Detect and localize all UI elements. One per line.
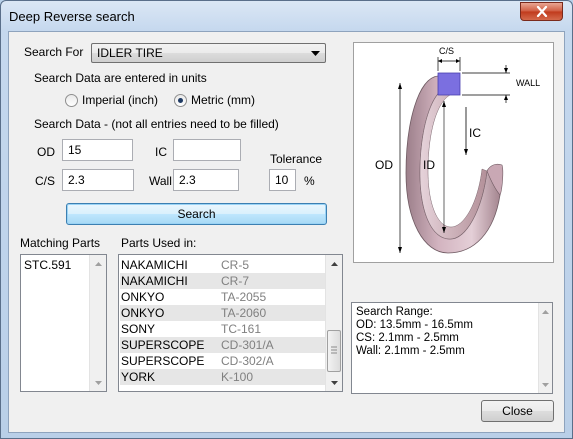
scroll-down-icon[interactable]: [90, 374, 106, 391]
parts-row-model: TA-2055: [221, 290, 267, 304]
parts-row[interactable]: NAKAMICHI CR-5: [120, 257, 325, 273]
scroll-up-icon[interactable]: [90, 255, 106, 272]
scroll-down-icon[interactable]: [326, 374, 342, 391]
parts-row-maker: NAKAMICHI: [121, 274, 188, 288]
parts-row-maker: SUPERSCOPE: [121, 354, 205, 368]
tire-cross-section-illustration: C/S WALL OD ID IC: [375, 46, 540, 254]
scroll-up-icon[interactable]: [326, 255, 342, 272]
ic-label: IC: [155, 145, 167, 159]
metric-label[interactable]: Metric (mm): [191, 93, 255, 107]
idler-tire-diagram: C/S WALL OD ID IC: [353, 42, 554, 263]
close-icon: [536, 6, 547, 17]
search-data-label: Search Data - (not all entries need to b…: [34, 117, 279, 131]
parts-used-in-scrollbar[interactable]: [325, 255, 342, 391]
search-range-box: Search Range: OD: 13.5mm - 16.5mm CS: 2.…: [351, 302, 553, 394]
search-range-scrollbar[interactable]: [538, 303, 552, 393]
ic-dimension-label: IC: [469, 126, 481, 140]
parts-row-model: CR-5: [221, 258, 250, 272]
parts-row-maker: YORK: [121, 370, 156, 384]
parts-row-maker: SUPERSCOPE: [121, 338, 205, 352]
parts-row[interactable]: ONKYO TA-2055: [120, 289, 325, 305]
parts-used-in-list[interactable]: NAKAMICHI CR-5 NAKAMICHI CR-7 ONKYO TA-2…: [118, 254, 343, 392]
scrollbar-thumb[interactable]: [327, 330, 341, 372]
chevron-down-icon: [309, 47, 321, 59]
od-dimension-label: OD: [375, 158, 393, 172]
search-range-wall: Wall: 2.1mm - 2.5mm: [356, 345, 465, 357]
search-range-od: OD: 13.5mm - 16.5mm: [356, 319, 473, 331]
matching-part-item[interactable]: STC.591: [24, 258, 71, 272]
od-label: OD: [37, 145, 55, 159]
imperial-label[interactable]: Imperial (inch): [82, 93, 158, 107]
parts-row[interactable]: SUPERSCOPE CD-301/A: [120, 337, 325, 353]
parts-row-model: K-100: [221, 370, 254, 384]
close-button[interactable]: Close: [481, 400, 554, 422]
parts-row-maker: ONKYO: [121, 290, 165, 304]
parts-row-model: TA-2060: [221, 306, 267, 320]
search-button[interactable]: Search: [66, 203, 327, 225]
parts-row-model: CD-302/A: [221, 354, 274, 368]
matching-parts-label: Matching Parts: [20, 236, 101, 250]
parts-row-model: CR-7: [221, 274, 250, 288]
scroll-up-icon[interactable]: [539, 303, 552, 320]
window-title: Deep Reverse search: [9, 9, 135, 24]
parts-used-in-label: Parts Used in:: [121, 236, 197, 250]
metric-radio[interactable]: [174, 94, 187, 107]
parts-row-maker: NAKAMICHI: [121, 258, 188, 272]
search-range-title: Search Range:: [356, 306, 433, 318]
parts-row[interactable]: SONY TC-161: [120, 321, 325, 337]
parts-row[interactable]: NAKAMICHI CR-7: [120, 273, 325, 289]
parts-row[interactable]: SUPERSCOPE CD-302/A: [120, 353, 325, 369]
wall-input[interactable]: 2.3: [173, 169, 239, 191]
cs-dimension-label: C/S: [439, 46, 454, 56]
search-for-label: Search For: [24, 45, 84, 59]
tolerance-input[interactable]: 10: [269, 169, 296, 191]
tolerance-label: Tolerance: [270, 152, 323, 166]
parts-row-maker: SONY: [121, 322, 156, 336]
search-for-selected: IDLER TIRE: [97, 46, 163, 60]
units-label: Search Data are entered in units: [34, 71, 207, 85]
scroll-down-icon[interactable]: [539, 376, 552, 393]
matching-parts-list[interactable]: STC.591: [20, 254, 107, 392]
search-range-cs: CS: 2.1mm - 2.5mm: [356, 332, 459, 344]
parts-row[interactable]: YORK K-100: [120, 369, 325, 385]
title-bar: Deep Reverse search: [1, 1, 572, 31]
id-dimension-label: ID: [423, 158, 435, 172]
cs-label: C/S: [35, 174, 56, 188]
od-input[interactable]: 15: [62, 139, 133, 161]
wall-label: Wall: [149, 174, 172, 188]
dialog-client-area: Search For IDLER TIRE Search Data are en…: [8, 31, 565, 433]
search-for-dropdown[interactable]: IDLER TIRE: [91, 43, 326, 63]
parts-row-model: CD-301/A: [221, 338, 274, 352]
cross-section-square: [437, 72, 461, 96]
parts-row-model: TC-161: [221, 322, 262, 336]
cs-input[interactable]: 2.3: [62, 169, 134, 191]
window-close-button[interactable]: [520, 2, 563, 21]
imperial-radio[interactable]: [65, 94, 78, 107]
percent-label: %: [304, 174, 315, 188]
parts-row-maker: ONKYO: [121, 306, 165, 320]
ic-input[interactable]: [173, 139, 241, 161]
matching-parts-scrollbar[interactable]: [89, 255, 106, 391]
wall-dimension-label: WALL: [516, 78, 540, 88]
dialog-window: Deep Reverse search Search For IDLER TIR…: [0, 0, 573, 439]
parts-row[interactable]: ONKYO TA-2060: [120, 305, 325, 321]
